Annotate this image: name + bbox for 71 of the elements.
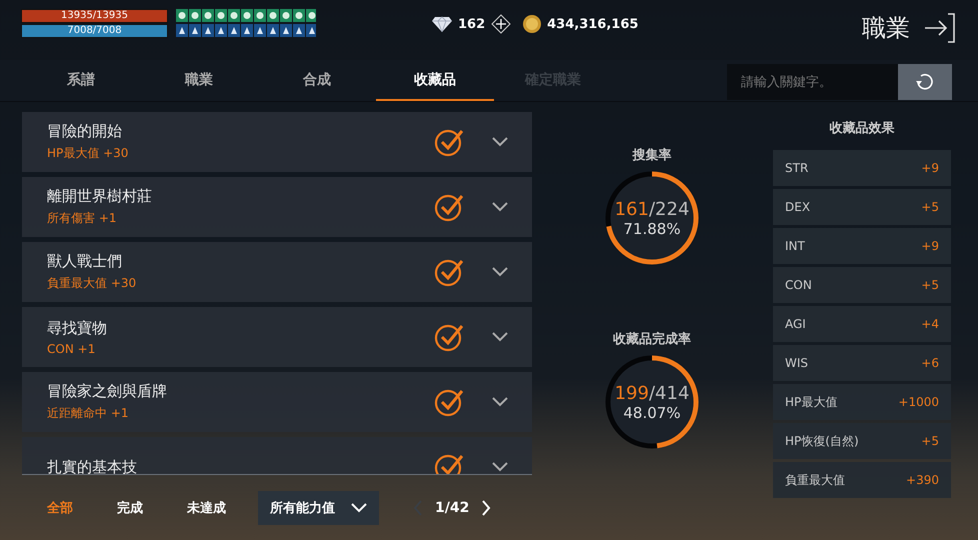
collection-row[interactable]: 尋找寶物 CON +1 bbox=[22, 307, 532, 367]
chevron-down-icon bbox=[492, 397, 508, 407]
effect-stat: INT bbox=[785, 239, 805, 253]
effect-value: +9 bbox=[921, 161, 939, 175]
next-page-button[interactable] bbox=[481, 500, 492, 516]
effect-value: +6 bbox=[921, 356, 939, 370]
diamond-icon bbox=[432, 16, 452, 32]
rate-count: 161/224 bbox=[614, 198, 690, 220]
effect-stat: AGI bbox=[785, 317, 806, 331]
collection-effect: CON +1 bbox=[47, 342, 96, 356]
collection-row[interactable]: 扎實的基本技 bbox=[22, 437, 532, 474]
chevron-down-icon bbox=[492, 462, 508, 472]
refresh-button[interactable] bbox=[898, 64, 952, 100]
effect-value: +5 bbox=[921, 278, 939, 292]
filter-tab[interactable]: 未達成 bbox=[187, 498, 226, 516]
tab[interactable]: 合成 bbox=[258, 60, 376, 101]
effect-stat: HP最大值 bbox=[785, 394, 838, 410]
coin-amount: 434,316,165 bbox=[547, 16, 638, 32]
hp-bar: 13935/13935 bbox=[21, 9, 168, 23]
exit-button[interactable] bbox=[924, 12, 956, 44]
effects-title: 收藏品效果 bbox=[830, 120, 894, 137]
collection-effect: 所有傷害 +1 bbox=[47, 210, 118, 227]
chevron-down-icon bbox=[492, 202, 508, 212]
filter-tab[interactable]: 完成 bbox=[117, 498, 143, 516]
effect-stat: HP恢復(自然) bbox=[785, 432, 859, 450]
effect-stat: 負重最大值 bbox=[785, 472, 845, 488]
collection-name: 冒險家之劍與盾牌 bbox=[47, 382, 168, 401]
stat-dropdown[interactable]: 所有能力值 bbox=[258, 490, 379, 524]
collection-name: 獸人戰士們 bbox=[47, 252, 123, 271]
rate-percent: 71.88% bbox=[623, 220, 681, 238]
effect-value: +1000 bbox=[898, 395, 939, 409]
tab[interactable]: 職業 bbox=[140, 60, 258, 101]
collection-name: 離開世界樹村莊 bbox=[47, 187, 153, 206]
rate-count: 199/414 bbox=[614, 382, 690, 404]
chevron-down-icon bbox=[492, 332, 508, 342]
rate-title: 收藏品完成率 bbox=[613, 330, 691, 348]
rate-title: 搜集率 bbox=[632, 146, 672, 164]
effect-stat: CON bbox=[785, 278, 812, 292]
mp-bar: 7008/7008 bbox=[21, 24, 168, 38]
collection-name: 冒險的開始 bbox=[47, 122, 123, 141]
collection-row[interactable]: 離開世界樹村莊 所有傷害 +1 bbox=[22, 177, 532, 237]
effect-stat: STR bbox=[785, 161, 808, 175]
coin-icon bbox=[523, 15, 542, 33]
effect-value: +9 bbox=[921, 239, 939, 253]
collection-name: 尋找寶物 bbox=[47, 318, 108, 338]
collection-row[interactable]: 冒險的開始 HP最大值 +30 bbox=[22, 112, 532, 172]
collection-effect: 近距離命中 +1 bbox=[47, 405, 130, 422]
effect-stat: DEX bbox=[785, 200, 810, 214]
page-indicator: 1/42 bbox=[435, 500, 470, 516]
collection-row[interactable]: 冒險家之劍與盾牌 近距離命中 +1 bbox=[22, 372, 532, 432]
chevron-down-icon bbox=[492, 137, 508, 147]
chevron-down-icon bbox=[351, 502, 367, 512]
effect-stat: WIS bbox=[785, 356, 808, 370]
gem-count: 162 bbox=[458, 16, 486, 32]
collection-row[interactable]: 獸人戰士們 負重最大值 +30 bbox=[22, 242, 532, 302]
filter-tab[interactable]: 全部 bbox=[47, 498, 73, 516]
add-button[interactable] bbox=[491, 14, 512, 34]
tab[interactable]: 系譜 bbox=[22, 60, 140, 101]
collection-effect: HP最大值 +30 bbox=[47, 145, 130, 162]
collection-name: 扎實的基本技 bbox=[47, 458, 138, 474]
rate-percent: 48.07% bbox=[623, 404, 681, 422]
effect-value: +5 bbox=[921, 434, 939, 448]
chevron-down-icon bbox=[492, 267, 508, 277]
effect-value: +390 bbox=[906, 473, 939, 487]
effect-value: +4 bbox=[921, 317, 939, 331]
tab[interactable]: 收藏品 bbox=[376, 60, 494, 101]
search-field[interactable]: 請輸入關鍵字。 bbox=[727, 64, 898, 100]
collection-effect: 負重最大值 +30 bbox=[47, 275, 138, 292]
page-title: 職業 bbox=[862, 13, 910, 44]
effect-value: +5 bbox=[921, 200, 939, 214]
refresh-icon bbox=[915, 72, 935, 92]
